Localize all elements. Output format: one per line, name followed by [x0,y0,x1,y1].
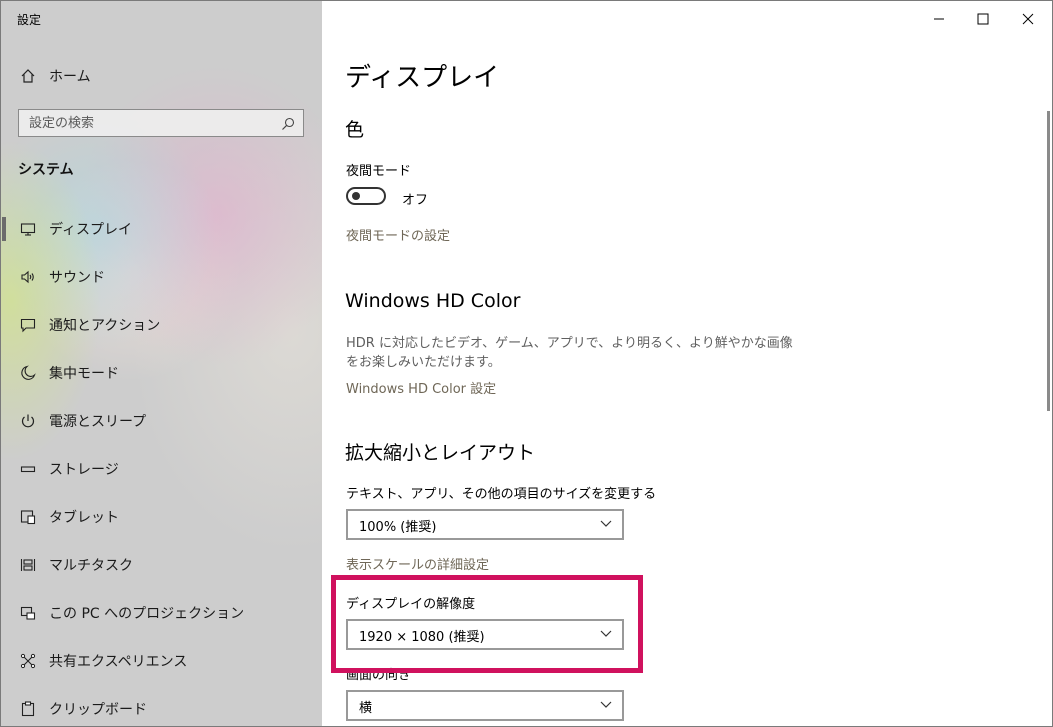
toggle-knob [352,192,360,200]
hd-color-heading: Windows HD Color [345,290,521,312]
resolution-dropdown[interactable]: 1920 × 1080 (推奨) [346,619,624,650]
night-mode-settings-link[interactable]: 夜間モードの設定 [346,225,450,244]
chevron-down-icon [600,701,612,708]
multitask-icon [19,556,37,574]
page-title: ディスプレイ [345,63,500,93]
text-size-label: テキスト、アプリ、その他の項目のサイズを変更する [346,487,657,502]
night-mode-label: 夜間モード [346,164,412,179]
sidebar-section-title: システム [18,162,74,178]
dropdown-value: 100% (推奨) [359,520,437,535]
speaker-icon [19,268,37,286]
sidebar-item-display[interactable]: ディスプレイ [1,205,322,253]
orientation-label: 画面の向き [346,668,412,683]
sidebar-item-shared-experiences[interactable]: 共有エクスペリエンス [1,637,322,685]
chevron-down-icon [600,630,612,637]
sidebar-item-label: クリップボード [49,702,147,718]
power-icon [19,412,37,430]
night-mode-toggle[interactable] [346,187,386,205]
sidebar-item-storage[interactable]: ストレージ [1,445,322,493]
sidebar-item-clipboard[interactable]: クリップボード [1,685,322,726]
tablet-icon [19,508,37,526]
sidebar-item-label: マルチタスク [49,558,133,574]
moon-icon [19,364,37,382]
scale-layout-heading: 拡大縮小とレイアウト [345,442,536,464]
sidebar-item-label: 通知とアクション [49,318,161,334]
sidebar-item-label: タブレット [49,510,119,526]
maximize-button[interactable] [960,5,1006,33]
maximize-icon [977,13,989,25]
projection-icon [19,604,37,622]
minimize-button[interactable] [916,5,962,33]
sidebar-item-label: ホーム [49,69,91,85]
sidebar-item-projection[interactable]: この PC へのプロジェクション [1,589,322,637]
sidebar-item-label: 集中モード [49,366,119,382]
sidebar: 設定 ホーム システム ディスプレイ [1,1,322,726]
sidebar-item-home[interactable]: ホーム [1,61,322,91]
close-icon [1022,13,1034,25]
main-content: ディスプレイ 色 夜間モード オフ 夜間モードの設定 Windows HD Co… [322,1,1052,726]
sidebar-item-label: ストレージ [49,462,119,478]
orientation-dropdown[interactable]: 横 [346,690,624,721]
search-input[interactable] [29,114,269,132]
clipboard-icon [19,700,37,718]
notification-icon [19,316,37,334]
minimize-icon [934,18,944,20]
sidebar-item-label: 電源とスリープ [49,414,147,430]
search-box[interactable] [18,109,304,137]
sidebar-item-label: この PC へのプロジェクション [49,606,245,622]
sidebar-item-power[interactable]: 電源とスリープ [1,397,322,445]
hd-color-description: HDR に対応したビデオ、ゲーム、アプリで、より明るく、より鮮やかな画像をお楽し… [346,336,793,370]
sidebar-nav: ディスプレイ サウンド 通知とアクション 集中モード 電源とスリープ ストレージ… [1,205,322,726]
night-mode-state: オフ [402,193,429,208]
sidebar-item-multitasking[interactable]: マルチタスク [1,541,322,589]
color-heading: 色 [345,119,365,141]
advanced-scale-link[interactable]: 表示スケールの詳細設定 [346,554,489,573]
sidebar-item-label: ディスプレイ [49,222,133,238]
dropdown-value: 1920 × 1080 (推奨) [359,630,485,645]
storage-icon [19,460,37,478]
app-title: 設定 [17,13,42,27]
settings-window: 設定 ホーム システム ディスプレイ [0,0,1053,727]
close-button[interactable] [1005,5,1051,33]
search-icon[interactable] [281,116,295,130]
share-icon [19,652,37,670]
sidebar-item-label: 共有エクスペリエンス [49,654,188,670]
sidebar-item-tablet[interactable]: タブレット [1,493,322,541]
sidebar-item-sound[interactable]: サウンド [1,253,322,301]
chevron-down-icon [600,520,612,527]
hd-color-settings-link[interactable]: Windows HD Color 設定 [346,378,496,397]
dropdown-value: 横 [359,701,373,716]
sidebar-item-notifications[interactable]: 通知とアクション [1,301,322,349]
text-size-dropdown[interactable]: 100% (推奨) [346,509,624,540]
scrollbar[interactable] [1047,111,1050,411]
sidebar-item-focus[interactable]: 集中モード [1,349,322,397]
sidebar-item-label: サウンド [49,270,105,286]
resolution-label: ディスプレイの解像度 [346,597,476,612]
monitor-icon [19,220,37,238]
home-icon [19,67,37,85]
